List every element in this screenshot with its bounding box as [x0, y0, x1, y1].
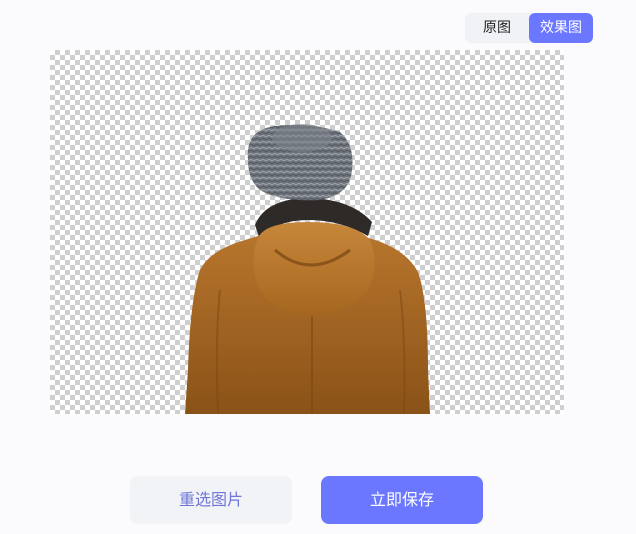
- cutout-person-image: [185, 124, 430, 414]
- save-now-button[interactable]: 立即保存: [321, 476, 483, 524]
- view-toggle[interactable]: 原图 效果图: [465, 13, 593, 43]
- toggle-effect-button[interactable]: 效果图: [529, 13, 593, 43]
- toggle-original-button[interactable]: 原图: [465, 13, 529, 43]
- result-image-canvas: [50, 50, 564, 414]
- reselect-image-button[interactable]: 重选图片: [130, 476, 292, 524]
